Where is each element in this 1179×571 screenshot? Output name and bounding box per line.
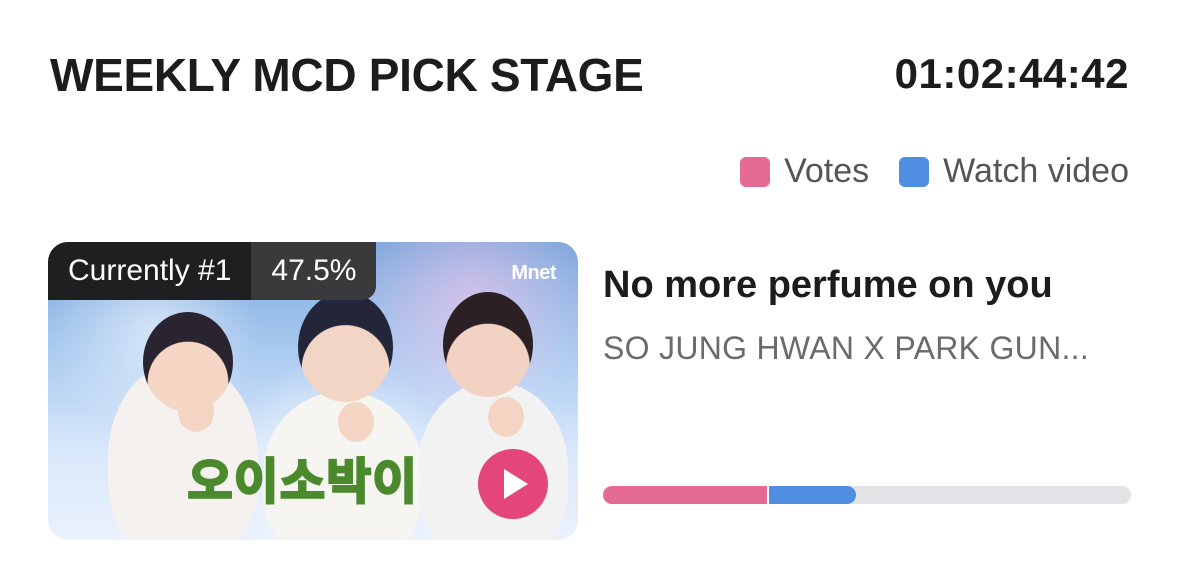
- rank-percent: 47.5%: [251, 242, 377, 300]
- watch-video-progress: [768, 486, 856, 504]
- rank-label: Currently #1: [48, 242, 252, 300]
- performer-head: [443, 292, 533, 397]
- thumbnail-caption: 오이소박이: [187, 453, 419, 512]
- performer-hand: [178, 392, 214, 432]
- votes-progress: [603, 486, 767, 504]
- video-thumbnail[interactable]: Mnet 오이소박이 Currently #1 47.5%: [48, 242, 578, 540]
- countdown-timer: 01:02:44:42: [894, 50, 1129, 97]
- legend-item-votes: Votes: [740, 152, 869, 191]
- performer-hand: [488, 397, 524, 437]
- watch-video-swatch: [899, 156, 930, 187]
- legend-label-watch-video: Watch video: [943, 152, 1129, 190]
- performer-head: [298, 292, 393, 402]
- progress-bar: [603, 486, 1131, 504]
- legend-item-watch-video: Watch video: [899, 152, 1129, 191]
- mnet-logo: Mnet: [511, 262, 556, 284]
- legend-label-votes: Votes: [784, 152, 870, 190]
- votes-swatch: [740, 156, 771, 187]
- play-button[interactable]: [478, 449, 548, 519]
- header-title: WEEKLY MCD PICK STAGE: [50, 49, 644, 101]
- artist-name: SO JUNG HWAN X PARK GUN...: [603, 330, 1090, 366]
- song-title[interactable]: No more perfume on you: [603, 264, 1053, 307]
- legend: Votes Watch video: [740, 152, 1129, 191]
- play-icon: [504, 469, 528, 499]
- performer-hand: [338, 402, 374, 442]
- rank-badge: Currently #1 47.5%: [48, 242, 377, 300]
